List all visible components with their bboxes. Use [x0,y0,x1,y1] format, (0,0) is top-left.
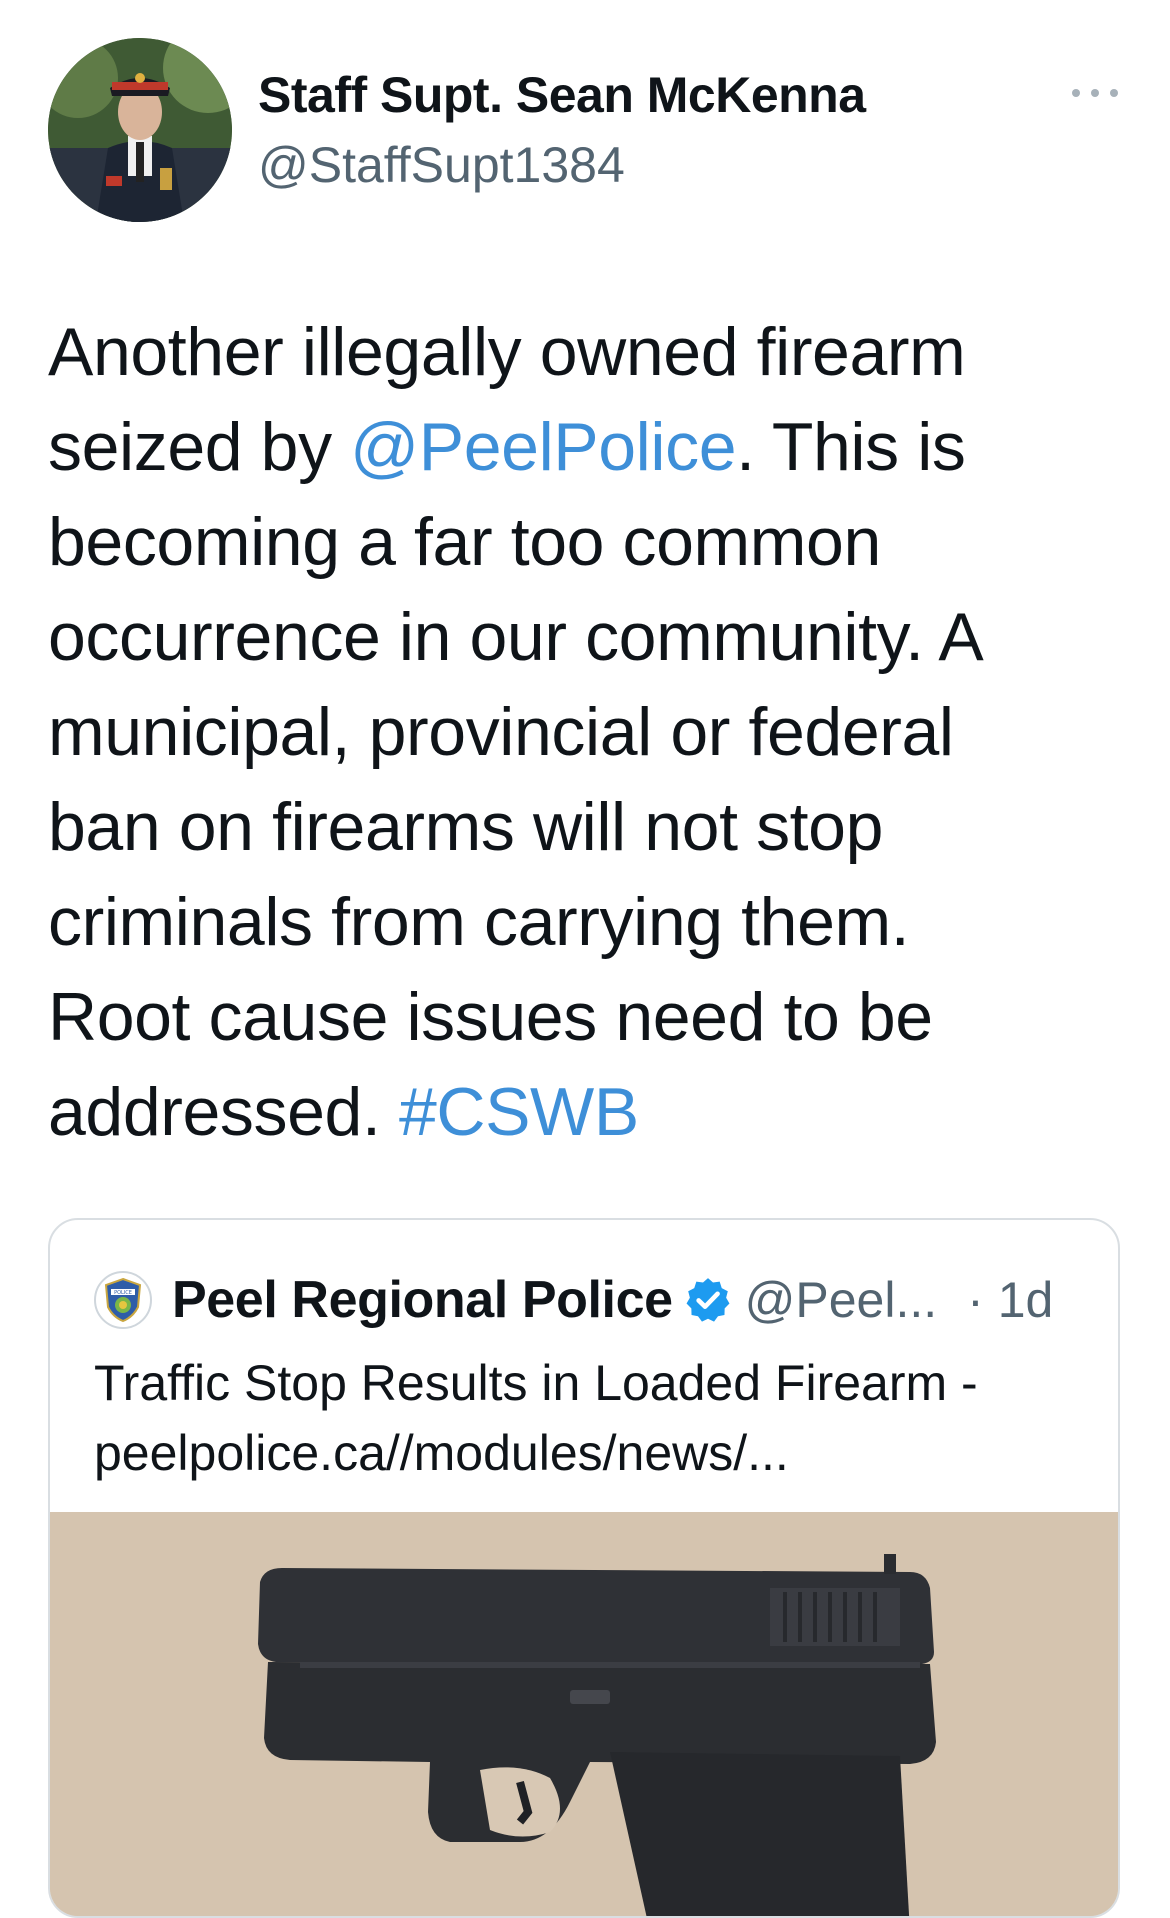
police-logo-text: POLICE [114,1290,132,1296]
author-avatar[interactable] [48,38,232,222]
tweet-text-segment: seized by [48,409,351,485]
tweet-line: Root cause issues need to be [48,979,933,1055]
tweet-line: seized by @PeelPolice. This is [48,400,1138,495]
quoted-tweet-time[interactable]: · 1d [967,1271,1053,1329]
verified-badge-icon [683,1275,733,1325]
handgun-photo[interactable] [50,1512,1118,1916]
tweet-text-segment: . This is [736,409,966,485]
tweet-line: municipal, provincial or federal [48,694,954,770]
more-dot [1072,89,1080,97]
tweet-text-segment: addressed. [48,1074,399,1150]
more-dot [1091,89,1099,97]
quoted-author-handle[interactable]: @Peel... [745,1271,938,1329]
author-handle[interactable]: @StaffSupt1384 [258,136,625,194]
mention-link[interactable]: @PeelPolice [350,409,736,485]
tweet-line: Another illegally owned firearm [48,314,966,390]
quoted-tweet-card[interactable]: POLICE Peel Regional Police @Peel... · 1… [48,1218,1120,1918]
author-name[interactable]: Staff Supt. Sean McKenna [258,66,866,124]
tweet-line: addressed. #CSWB [48,1065,1138,1160]
tweet-line: becoming a far too common [48,504,881,580]
quoted-author-avatar[interactable]: POLICE [94,1271,152,1329]
quoted-text-line: Traffic Stop Results in Loaded Firearm - [94,1355,978,1411]
quoted-link-line[interactable]: peelpolice.ca//modules/news/... [94,1418,1094,1488]
tweet-line: criminals from carrying them. [48,884,910,960]
hashtag-link[interactable]: #CSWB [399,1074,639,1150]
tweet-line: ban on firearms will not stop [48,789,884,865]
tweet-line: occurrence in our community. A [48,599,984,675]
tweet-text: Another illegally owned firearm seized b… [48,305,1138,1160]
quoted-author-name[interactable]: Peel Regional Police [172,1270,673,1330]
more-dot [1110,89,1118,97]
quoted-tweet-text: Traffic Stop Results in Loaded Firearm -… [94,1348,1094,1488]
more-options-icon[interactable] [1072,78,1118,108]
quoted-tweet-header: POLICE Peel Regional Police @Peel... · 1… [94,1270,1053,1330]
